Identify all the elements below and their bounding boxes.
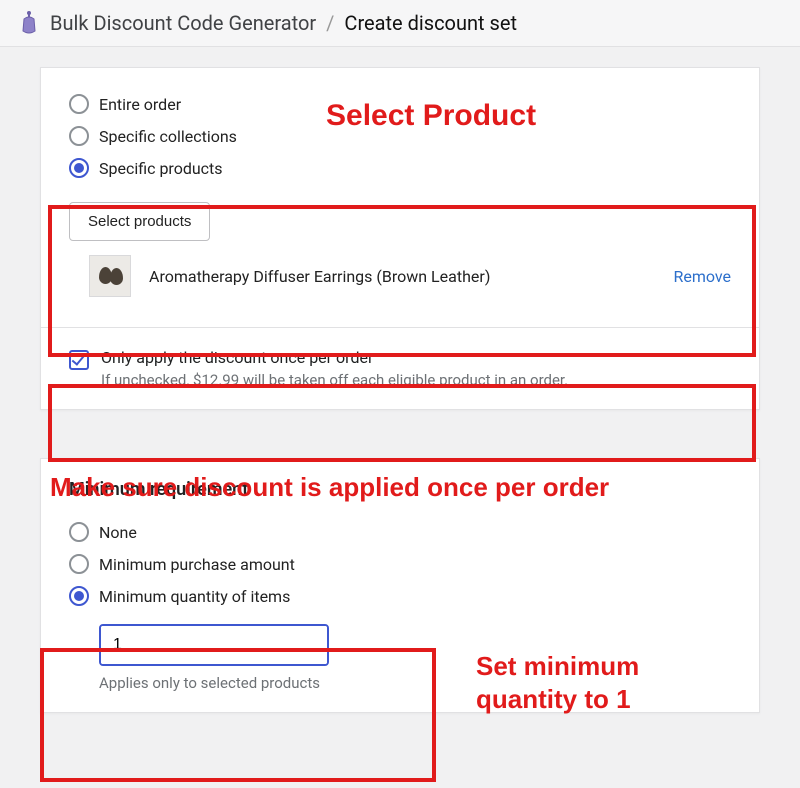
once-per-order-checkbox[interactable]: [69, 350, 89, 370]
minimum-requirement-title: Minimum requirement: [69, 479, 731, 500]
min-qty-input[interactable]: [101, 626, 329, 664]
radio-specific-collections-label: Specific collections: [99, 127, 237, 146]
radio-entire-order-label: Entire order: [99, 95, 181, 114]
radio-specific-collections[interactable]: [69, 126, 89, 146]
radio-min-none-label: None: [99, 523, 137, 542]
minimum-requirement-card: Minimum requirement None Minimum purchas…: [40, 458, 760, 713]
min-qty-helper: Applies only to selected products: [99, 674, 731, 692]
breadcrumb-app[interactable]: Bulk Discount Code Generator: [50, 11, 316, 35]
applies-to-card: Entire order Specific collections Specif…: [40, 67, 760, 410]
breadcrumb-current: Create discount set: [344, 11, 517, 35]
radio-entire-order[interactable]: [69, 94, 89, 114]
min-qty-field: ▲ ▼: [99, 624, 329, 666]
radio-min-qty-label: Minimum quantity of items: [99, 587, 290, 606]
radio-min-amount-label: Minimum purchase amount: [99, 555, 295, 574]
radio-specific-products-label: Specific products: [99, 159, 223, 178]
radio-specific-products[interactable]: [69, 158, 89, 178]
product-thumbnail: [89, 255, 131, 297]
once-per-order-label: Only apply the discount once per order: [101, 348, 568, 367]
app-icon: [18, 10, 40, 36]
product-name: Aromatherapy Diffuser Earrings (Brown Le…: [149, 267, 655, 286]
select-products-button[interactable]: Select products: [69, 202, 210, 241]
radio-min-none[interactable]: [69, 522, 89, 542]
remove-product-link[interactable]: Remove: [673, 267, 731, 286]
breadcrumb-separator: /: [326, 11, 334, 35]
radio-min-qty[interactable]: [69, 586, 89, 606]
radio-min-amount[interactable]: [69, 554, 89, 574]
breadcrumb: Bulk Discount Code Generator / Create di…: [0, 0, 800, 47]
once-per-order-helper: If unchecked, $12.99 will be taken off e…: [101, 371, 568, 389]
